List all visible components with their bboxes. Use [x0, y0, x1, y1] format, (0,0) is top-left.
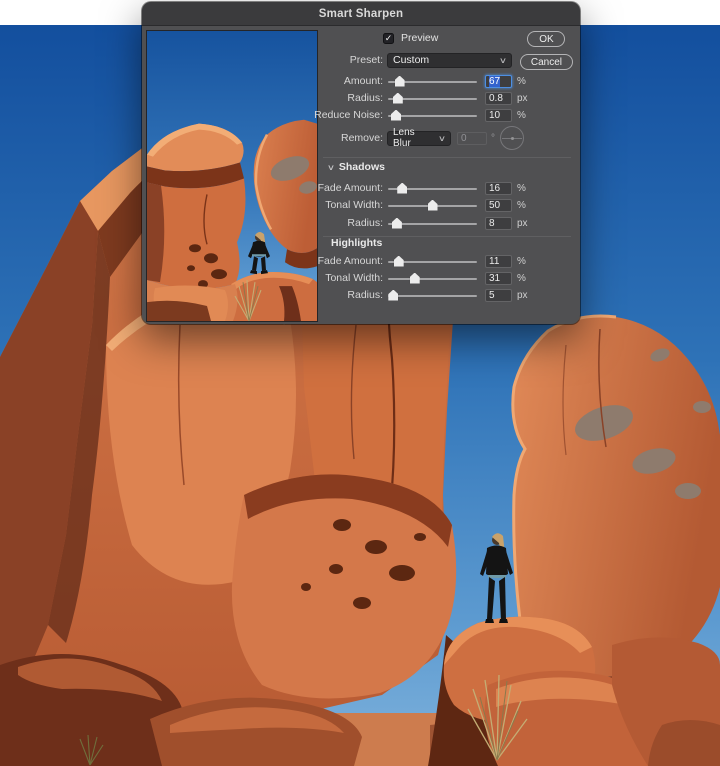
highlights-fade-slider-thumb[interactable] — [393, 255, 404, 267]
amount-row: Amount: 67 % — [311, 73, 573, 89]
shadows-tonal-slider[interactable] — [388, 199, 477, 212]
shadows-radius-row: Radius: 8 px — [311, 215, 573, 231]
shadows-radius-label: Radius: — [347, 217, 383, 229]
angle-value: 0 — [461, 132, 467, 144]
remove-dropdown[interactable]: Lens Blur ∨ — [387, 127, 451, 149]
shadows-fade-label: Fade Amount: — [317, 182, 383, 194]
chevron-down-icon: ∨ — [326, 162, 336, 172]
preview-thumbnail-image — [147, 31, 317, 321]
highlights-radius-slider-thumb[interactable] — [388, 289, 399, 301]
shadows-radius-slider-thumb[interactable] — [391, 217, 402, 229]
remove-label: Remove: — [340, 132, 383, 144]
highlights-radius-unit: px — [517, 289, 528, 301]
highlights-radius-slider[interactable] — [388, 289, 477, 302]
chevron-down-icon: ∨ — [498, 55, 508, 65]
reduce-noise-slider[interactable] — [388, 109, 477, 122]
ok-button[interactable]: OK — [527, 31, 566, 47]
shadows-radius-slider[interactable] — [388, 217, 477, 230]
shadows-tonal-row: Tonal Width: 50 % — [311, 197, 573, 213]
preset-value: Custom — [393, 54, 430, 66]
shadows-tonal-unit: % — [517, 199, 526, 211]
remove-value: Lens Blur — [393, 127, 415, 149]
radius-slider-thumb[interactable] — [392, 92, 403, 104]
highlights-tonal-unit: % — [517, 272, 526, 284]
angle-dial[interactable] — [500, 126, 524, 150]
shadows-section-label: Shadows — [338, 161, 385, 173]
preview-thumbnail[interactable] — [146, 30, 318, 322]
checkbox-check-icon: ✓ — [384, 32, 393, 43]
shadows-radius-unit: px — [517, 217, 528, 229]
reduce-noise-field[interactable]: 10 — [485, 108, 512, 122]
highlights-fade-value: 11 — [489, 255, 500, 267]
highlights-tonal-value: 31 — [489, 272, 501, 284]
screenshot-stage: Smart Sharpen ✓ Preview Preset: Custom ∨… — [0, 0, 720, 766]
highlights-section-label: Highlights — [331, 237, 383, 249]
shadows-fade-field[interactable]: 16 — [485, 181, 512, 195]
preset-label: Preset: — [349, 54, 383, 66]
highlights-radius-value: 5 — [489, 289, 495, 301]
shadows-tonal-label: Tonal Width: — [325, 199, 383, 211]
shadows-tonal-slider-thumb[interactable] — [427, 199, 438, 211]
reduce-noise-unit: % — [517, 109, 526, 121]
highlights-tonal-field[interactable]: 31 — [485, 271, 512, 285]
amount-value: 67 — [489, 75, 501, 87]
shadows-tonal-value: 50 — [489, 199, 501, 211]
remove-row: Remove: Lens Blur ∨ 0 ° — [311, 126, 573, 150]
chevron-down-icon: ∨ — [437, 133, 447, 143]
amount-slider[interactable] — [388, 75, 477, 88]
radius-field[interactable]: 0.8 — [485, 91, 512, 105]
reduce-noise-row: Reduce Noise: 10 % — [311, 107, 573, 123]
cancel-button[interactable]: Cancel — [519, 54, 573, 70]
highlights-tonal-slider-track[interactable] — [388, 277, 477, 280]
shadows-fade-slider-thumb[interactable] — [397, 182, 408, 194]
radius-row: Radius: 0.8 px — [311, 90, 573, 106]
angle-field[interactable]: 0 — [457, 131, 487, 145]
shadows-fade-unit: % — [517, 182, 526, 194]
radius-value: 0.8 — [489, 92, 503, 104]
reduce-noise-slider-thumb[interactable] — [391, 109, 401, 121]
shadows-radius-value: 8 — [489, 217, 495, 229]
highlights-tonal-slider[interactable] — [388, 272, 477, 285]
shadows-radius-field[interactable]: 8 — [485, 216, 512, 230]
dialog-buttons: OK Cancel — [519, 31, 573, 70]
highlights-tonal-label: Tonal Width: — [325, 272, 383, 284]
amount-slider-thumb[interactable] — [394, 75, 405, 87]
highlights-fade-label: Fade Amount: — [317, 255, 383, 267]
radius-slider[interactable] — [388, 92, 477, 105]
reduce-noise-value: 10 — [489, 109, 501, 121]
shadows-fade-value: 16 — [489, 182, 501, 194]
section-divider — [323, 157, 571, 158]
amount-field[interactable]: 67 — [485, 74, 512, 88]
highlights-fade-slider[interactable] — [388, 255, 477, 268]
highlights-radius-row: Radius: 5 px — [311, 287, 573, 303]
smart-sharpen-dialog: Smart Sharpen ✓ Preview Preset: Custom ∨… — [142, 2, 580, 324]
preview-label: Preview — [401, 32, 439, 44]
highlights-radius-slider-track[interactable] — [388, 294, 477, 297]
highlights-section-header[interactable]: Highlights — [331, 235, 382, 251]
radius-unit: px — [517, 92, 528, 104]
highlights-fade-unit: % — [517, 255, 526, 267]
shadows-tonal-field[interactable]: 50 — [485, 198, 512, 212]
preview-checkbox[interactable]: ✓ — [383, 32, 394, 44]
highlights-radius-label: Radius: — [347, 289, 383, 301]
highlights-tonal-slider-thumb[interactable] — [409, 272, 420, 284]
radius-label: Radius: — [347, 92, 383, 104]
preset-dropdown[interactable]: Custom ∨ — [387, 52, 512, 68]
shadows-fade-row: Fade Amount: 16 % — [311, 180, 573, 196]
highlights-radius-field[interactable]: 5 — [485, 288, 512, 302]
amount-unit: % — [517, 75, 526, 87]
highlights-fade-row: Fade Amount: 11 % — [311, 253, 573, 269]
reduce-noise-label: Reduce Noise: — [314, 109, 383, 121]
shadows-section-header[interactable]: ∨ Shadows — [326, 159, 385, 175]
highlights-tonal-row: Tonal Width: 31 % — [311, 270, 573, 286]
shadows-fade-slider[interactable] — [388, 182, 477, 195]
highlights-fade-field[interactable]: 11 — [485, 254, 512, 268]
amount-label: Amount: — [343, 75, 383, 87]
reduce-noise-slider-track[interactable] — [388, 114, 477, 117]
degree-symbol: ° — [491, 132, 495, 144]
